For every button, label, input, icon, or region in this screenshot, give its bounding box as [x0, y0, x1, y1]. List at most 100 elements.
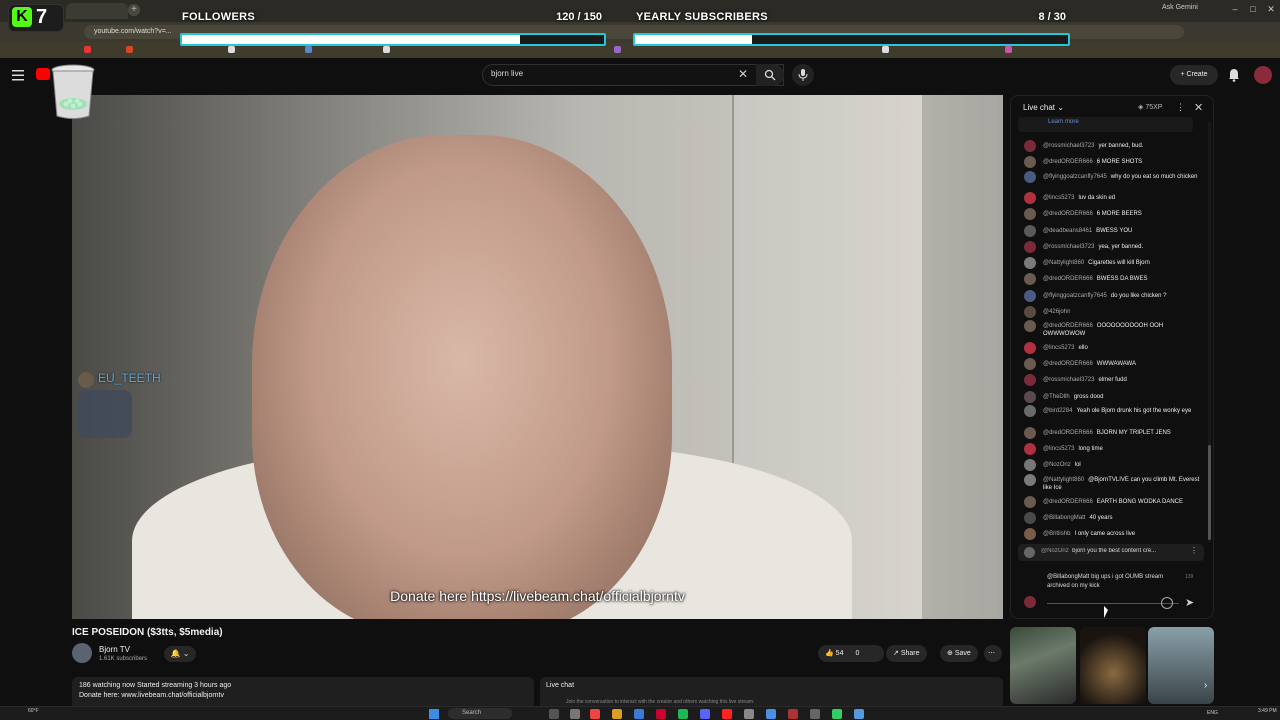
chat-author-name[interactable]: @dredORDER666: [1043, 323, 1093, 329]
notifications-bell-icon[interactable]: [1228, 68, 1240, 82]
chat-author-name[interactable]: @lincs5273: [1043, 195, 1074, 201]
live-chat-title[interactable]: Live chat ⌄: [1023, 103, 1064, 112]
taskbar-app-icon[interactable]: [832, 709, 842, 719]
chat-message-content: @dredORDER666 OOOOOOOOOOH OOH OWWWOWOW: [1043, 322, 1203, 338]
subscribe-bell-button[interactable]: 🔔 ⌄: [164, 646, 196, 662]
chat-author-name[interactable]: @Nattylight860: [1043, 260, 1084, 266]
bookmark-icon[interactable]: [383, 46, 390, 53]
browser-tab[interactable]: [66, 3, 128, 19]
chat-author-name[interactable]: @rossmichael3723: [1043, 143, 1094, 149]
save-label: Save: [954, 650, 971, 657]
chat-author-name[interactable]: @rossmichael3723: [1043, 377, 1094, 383]
new-tab-button[interactable]: +: [128, 4, 140, 16]
bookmark-icon[interactable]: [84, 46, 91, 53]
recommended-thumbnail[interactable]: [1010, 627, 1076, 704]
chat-author-name[interactable]: @rossmichael3723: [1043, 244, 1094, 250]
chat-message-content: @deadbeans8461 BWESS YOU: [1043, 227, 1203, 235]
emoji-icon[interactable]: [1161, 597, 1173, 609]
taskbar-app-icon[interactable]: [612, 709, 622, 719]
chat-author-name[interactable]: @Nattylight860: [1043, 477, 1084, 483]
bookmark-icon[interactable]: [305, 46, 312, 53]
chevron-right-icon[interactable]: ›: [1204, 680, 1207, 691]
taskbar-app-icon[interactable]: [788, 709, 798, 719]
chat-author-name[interactable]: @Britlishb: [1043, 531, 1070, 537]
pinned-message-body: bjorn you the best content cre...: [1072, 548, 1157, 554]
taskbar-app-icon[interactable]: [744, 709, 754, 719]
overlay-character-figure: [78, 390, 132, 438]
taskbar-clock[interactable]: 3:49 PM: [1258, 708, 1277, 714]
account-avatar[interactable]: [1254, 66, 1272, 84]
taskbar-search[interactable]: Search: [448, 708, 512, 719]
clear-search-icon[interactable]: ✕: [738, 67, 748, 81]
recommended-thumbnail[interactable]: [1080, 627, 1146, 704]
chat-author-name[interactable]: @dredORDER666: [1043, 499, 1093, 505]
channel-subscriber-count: 1.61K subscribers: [99, 656, 148, 662]
chat-message-input[interactable]: @BillabongMatt big ups i got OUMB stream…: [1047, 573, 1179, 604]
taskbar-app-icon[interactable]: [810, 709, 820, 719]
chat-close-icon[interactable]: ✕: [1194, 101, 1203, 114]
taskbar-app-icon[interactable]: [678, 709, 688, 719]
chat-author-name[interactable]: @flyinggoatzcanfly7645: [1043, 293, 1107, 299]
bookmark-icon[interactable]: [882, 46, 889, 53]
chat-author-name[interactable]: @dredORDER666: [1043, 211, 1093, 217]
bookmark-icon[interactable]: [614, 46, 621, 53]
send-icon[interactable]: ➤: [1185, 596, 1194, 609]
chat-message-text: 6 MORE SHOTS: [1096, 159, 1143, 165]
taskbar-app-icon[interactable]: [656, 709, 666, 719]
chat-author-name[interactable]: @deadbeans8461: [1043, 228, 1092, 234]
taskbar-app-icon[interactable]: [766, 709, 776, 719]
chat-message-content: @lincs5273 long time: [1043, 445, 1203, 453]
share-button[interactable]: ↗ Share: [886, 645, 927, 662]
taskbar-app-icon[interactable]: [570, 709, 580, 719]
windows-start-icon[interactable]: [429, 709, 439, 719]
chat-author-name[interactable]: @dredORDER666: [1043, 361, 1093, 367]
taskbar-app-icon[interactable]: [854, 709, 864, 719]
ask-gemini-button[interactable]: Ask Gemini: [1162, 4, 1198, 11]
channel-avatar[interactable]: [72, 643, 92, 663]
more-actions-button[interactable]: ⋯: [984, 645, 1002, 662]
chat-author-name[interactable]: @TheDllh: [1043, 394, 1070, 400]
taskbar-language[interactable]: ENG: [1207, 710, 1218, 716]
taskbar-weather[interactable]: 60°F: [28, 708, 39, 714]
chat-author-name[interactable]: @BillabongMatt: [1043, 515, 1085, 521]
chat-more-icon[interactable]: ⋮: [1176, 102, 1185, 113]
chat-author-name[interactable]: @bird2284: [1043, 408, 1072, 414]
bookmark-icon[interactable]: [228, 46, 235, 53]
create-button[interactable]: + Create: [1170, 65, 1218, 85]
bookmark-icon[interactable]: [126, 46, 133, 53]
chat-author-name[interactable]: @dredORDER666: [1043, 159, 1093, 165]
search-button[interactable]: [756, 64, 784, 86]
taskbar-app-icon[interactable]: [634, 709, 644, 719]
taskbar-app-icon[interactable]: [722, 709, 732, 719]
like-button[interactable]: 👍 54 0: [818, 645, 884, 662]
chat-author-name[interactable]: @flyinggoatzcanfly7645: [1043, 174, 1107, 180]
voice-search-button[interactable]: [792, 64, 814, 86]
channel-name[interactable]: Bjorn TV: [99, 645, 130, 654]
save-button[interactable]: ⊕ Save: [940, 645, 978, 662]
minimize-icon[interactable]: –: [1228, 4, 1242, 14]
chat-author-avatar: [1024, 290, 1036, 302]
menu-icon[interactable]: [10, 67, 26, 83]
chat-author-name[interactable]: @426john: [1043, 309, 1070, 315]
chat-author-name[interactable]: @NozOnz: [1043, 462, 1071, 468]
close-window-icon[interactable]: ✕: [1264, 4, 1278, 15]
like-count: 54: [835, 650, 844, 657]
chat-author-name[interactable]: @lincs5273: [1043, 446, 1074, 452]
taskbar-app-icon[interactable]: [700, 709, 710, 719]
taskbar-app-icon[interactable]: [590, 709, 600, 719]
description-donate-link[interactable]: Donate here: www.livebeam.chat/officialb…: [79, 692, 224, 699]
chat-author-name[interactable]: @dredORDER666: [1043, 276, 1093, 282]
chat-pinned-banner[interactable]: Learn more: [1018, 117, 1193, 132]
chat-author-name[interactable]: @lincs5273: [1043, 345, 1074, 351]
chat-scrollbar-thumb[interactable]: [1208, 445, 1211, 540]
video-player[interactable]: Donate here https://livebeam.chat/offici…: [72, 95, 1003, 619]
recommended-thumbnail[interactable]: [1148, 627, 1214, 704]
chat-xp-badge[interactable]: ◈ 75XP: [1138, 103, 1162, 111]
bookmark-icon[interactable]: [1005, 46, 1012, 53]
chat-author-avatar: [1024, 391, 1036, 403]
taskbar-app-icon[interactable]: [549, 709, 559, 719]
youtube-logo[interactable]: [36, 68, 50, 80]
maximize-icon[interactable]: □: [1246, 4, 1260, 14]
chat-author-name[interactable]: @dredORDER666: [1043, 430, 1093, 436]
pinned-message-more-icon[interactable]: ⋮: [1190, 546, 1198, 555]
